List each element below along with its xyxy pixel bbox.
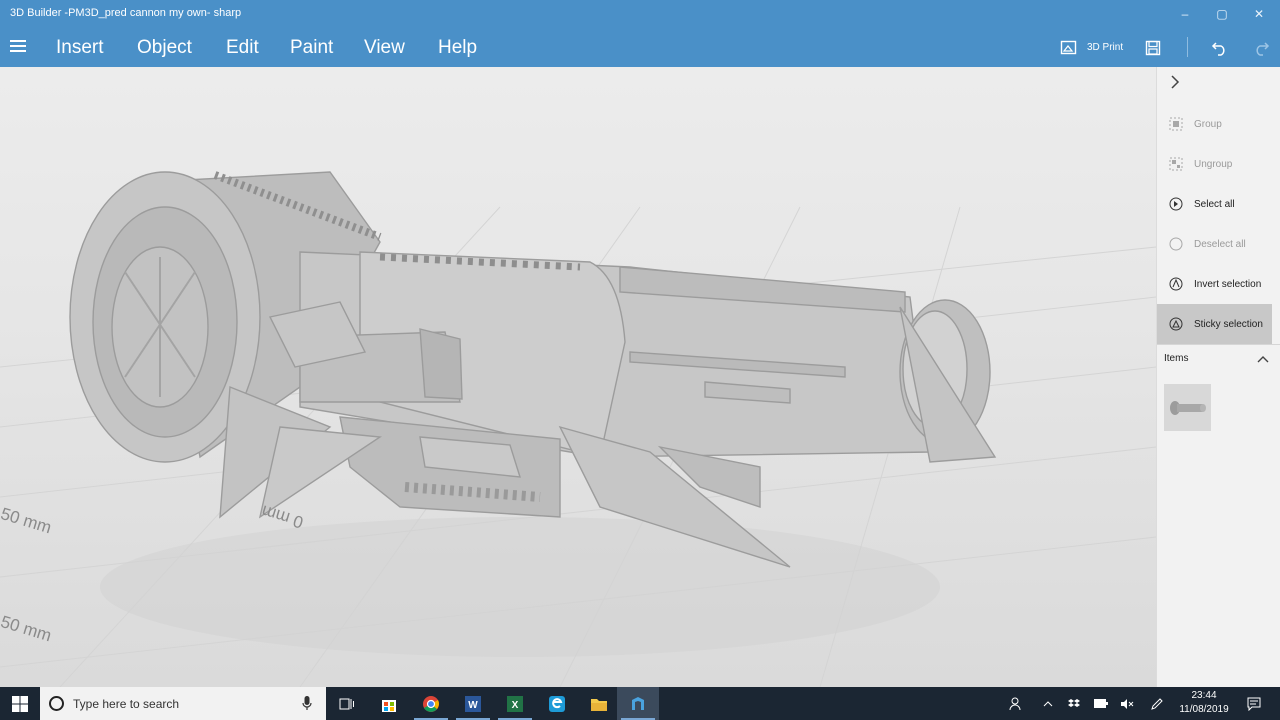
- people-icon[interactable]: [1006, 687, 1026, 720]
- chevron-up-tray-icon[interactable]: [1040, 687, 1056, 720]
- task-view-icon: [339, 698, 354, 709]
- items-label: Items: [1164, 353, 1189, 364]
- menu-bar: Insert Object Edit Paint View Help 3D Pr…: [0, 28, 1280, 67]
- redo-button[interactable]: [1252, 28, 1270, 67]
- invert-selection-icon: [1169, 277, 1183, 291]
- menu-help[interactable]: Help: [438, 37, 477, 59]
- deselect-all-command[interactable]: Deselect all: [1157, 224, 1272, 264]
- select-all-label: Select all: [1194, 198, 1235, 210]
- toolbar-divider: [1187, 37, 1188, 57]
- edge-icon: [549, 695, 565, 712]
- windows-logo-icon: [12, 695, 28, 712]
- hamburger-menu-icon[interactable]: [10, 40, 26, 52]
- chevron-right-icon[interactable]: [1169, 75, 1189, 95]
- ungroup-label: Ungroup: [1194, 158, 1233, 170]
- start-button[interactable]: [0, 687, 40, 720]
- clock-date: 11/08/2019: [1179, 704, 1229, 715]
- sticky-selection-command[interactable]: Sticky selection: [1157, 304, 1272, 344]
- taskbar-search-box[interactable]: Type here to search: [40, 687, 326, 720]
- ungroup-icon: [1169, 157, 1183, 171]
- 3d-builder-icon: [632, 696, 644, 710]
- sticky-selection-label: Sticky selection: [1194, 318, 1263, 330]
- minimize-button[interactable]: –: [1167, 0, 1203, 28]
- group-command[interactable]: Group: [1157, 104, 1272, 144]
- undo-button[interactable]: [1211, 28, 1229, 67]
- group-label: Group: [1194, 118, 1222, 130]
- 3d-print-button[interactable]: 3D Print: [1060, 28, 1123, 67]
- word-icon: W: [465, 695, 481, 712]
- battery-icon[interactable]: [1092, 687, 1110, 720]
- deselect-all-label: Deselect all: [1194, 238, 1246, 250]
- menu-edit[interactable]: Edit: [226, 37, 259, 59]
- search-placeholder: Type here to search: [73, 697, 180, 711]
- pen-workspace-icon[interactable]: [1148, 687, 1166, 720]
- group-icon: [1169, 117, 1183, 131]
- edge-app[interactable]: [536, 687, 578, 720]
- menu-paint[interactable]: Paint: [290, 37, 333, 59]
- svg-text:W: W: [468, 700, 478, 711]
- 3d-viewport[interactable]: 50 mm 0 mm 50 mm: [0, 67, 1156, 687]
- menu-view[interactable]: View: [364, 37, 405, 59]
- model-reflection: [100, 517, 940, 657]
- invert-selection-label: Invert selection: [1194, 278, 1262, 290]
- store-app[interactable]: [368, 687, 410, 720]
- scene-canvas[interactable]: [0, 67, 1156, 687]
- cannon-thumbnail-icon: [1169, 400, 1206, 415]
- chevron-up-icon[interactable]: [1257, 352, 1269, 366]
- menu-object[interactable]: Object: [137, 37, 192, 59]
- menu-insert[interactable]: Insert: [56, 37, 104, 59]
- selection-panel: Group Ungroup Select all Deselect all In…: [1156, 67, 1280, 687]
- save-button[interactable]: [1145, 28, 1161, 67]
- svg-text:X: X: [512, 700, 519, 711]
- select-all-icon: [1169, 197, 1183, 211]
- cannon-model: [69, 171, 997, 568]
- window-title: 3D Builder -PM3D_pred cannon my own- sha…: [10, 7, 242, 19]
- title-bar: 3D Builder -PM3D_pred cannon my own- sha…: [0, 0, 1280, 28]
- save-icon: [1145, 40, 1161, 55]
- select-all-command[interactable]: Select all: [1157, 184, 1272, 224]
- undo-icon: [1211, 41, 1225, 56]
- cortana-icon: [49, 696, 64, 711]
- clock-time: 23:44: [1191, 690, 1217, 701]
- taskbar-clock[interactable]: 23:44 11/08/2019: [1176, 689, 1232, 717]
- chrome-icon: [423, 695, 439, 712]
- invert-selection-command[interactable]: Invert selection: [1157, 264, 1272, 304]
- items-section-header[interactable]: Items: [1157, 344, 1280, 372]
- item-thumbnail[interactable]: [1164, 384, 1211, 431]
- 3d-builder-app[interactable]: [617, 687, 659, 720]
- file-explorer-app[interactable]: [578, 687, 620, 720]
- microphone-icon[interactable]: [302, 695, 312, 711]
- notifications-icon[interactable]: [1244, 687, 1264, 720]
- task-view-button[interactable]: [326, 687, 368, 720]
- 3d-print-label: 3D Print: [1087, 42, 1124, 53]
- close-button[interactable]: ✕: [1241, 0, 1277, 28]
- maximize-button[interactable]: ▢: [1204, 0, 1240, 28]
- volume-muted-icon[interactable]: [1118, 687, 1136, 720]
- store-bag-icon: [382, 699, 396, 712]
- printer-3d-icon: [1060, 40, 1077, 55]
- dropbox-icon[interactable]: [1066, 687, 1082, 720]
- redo-icon: [1256, 41, 1270, 56]
- sticky-selection-icon: [1169, 317, 1183, 331]
- chrome-app[interactable]: [410, 687, 452, 720]
- deselect-all-icon: [1169, 237, 1183, 251]
- excel-app[interactable]: X: [494, 687, 536, 720]
- excel-icon: X: [507, 695, 523, 712]
- ungroup-command[interactable]: Ungroup: [1157, 144, 1272, 184]
- word-app[interactable]: W: [452, 687, 494, 720]
- taskbar: Type here to search W X 23:44 11/08/2019: [0, 687, 1280, 720]
- folder-icon: [591, 698, 607, 711]
